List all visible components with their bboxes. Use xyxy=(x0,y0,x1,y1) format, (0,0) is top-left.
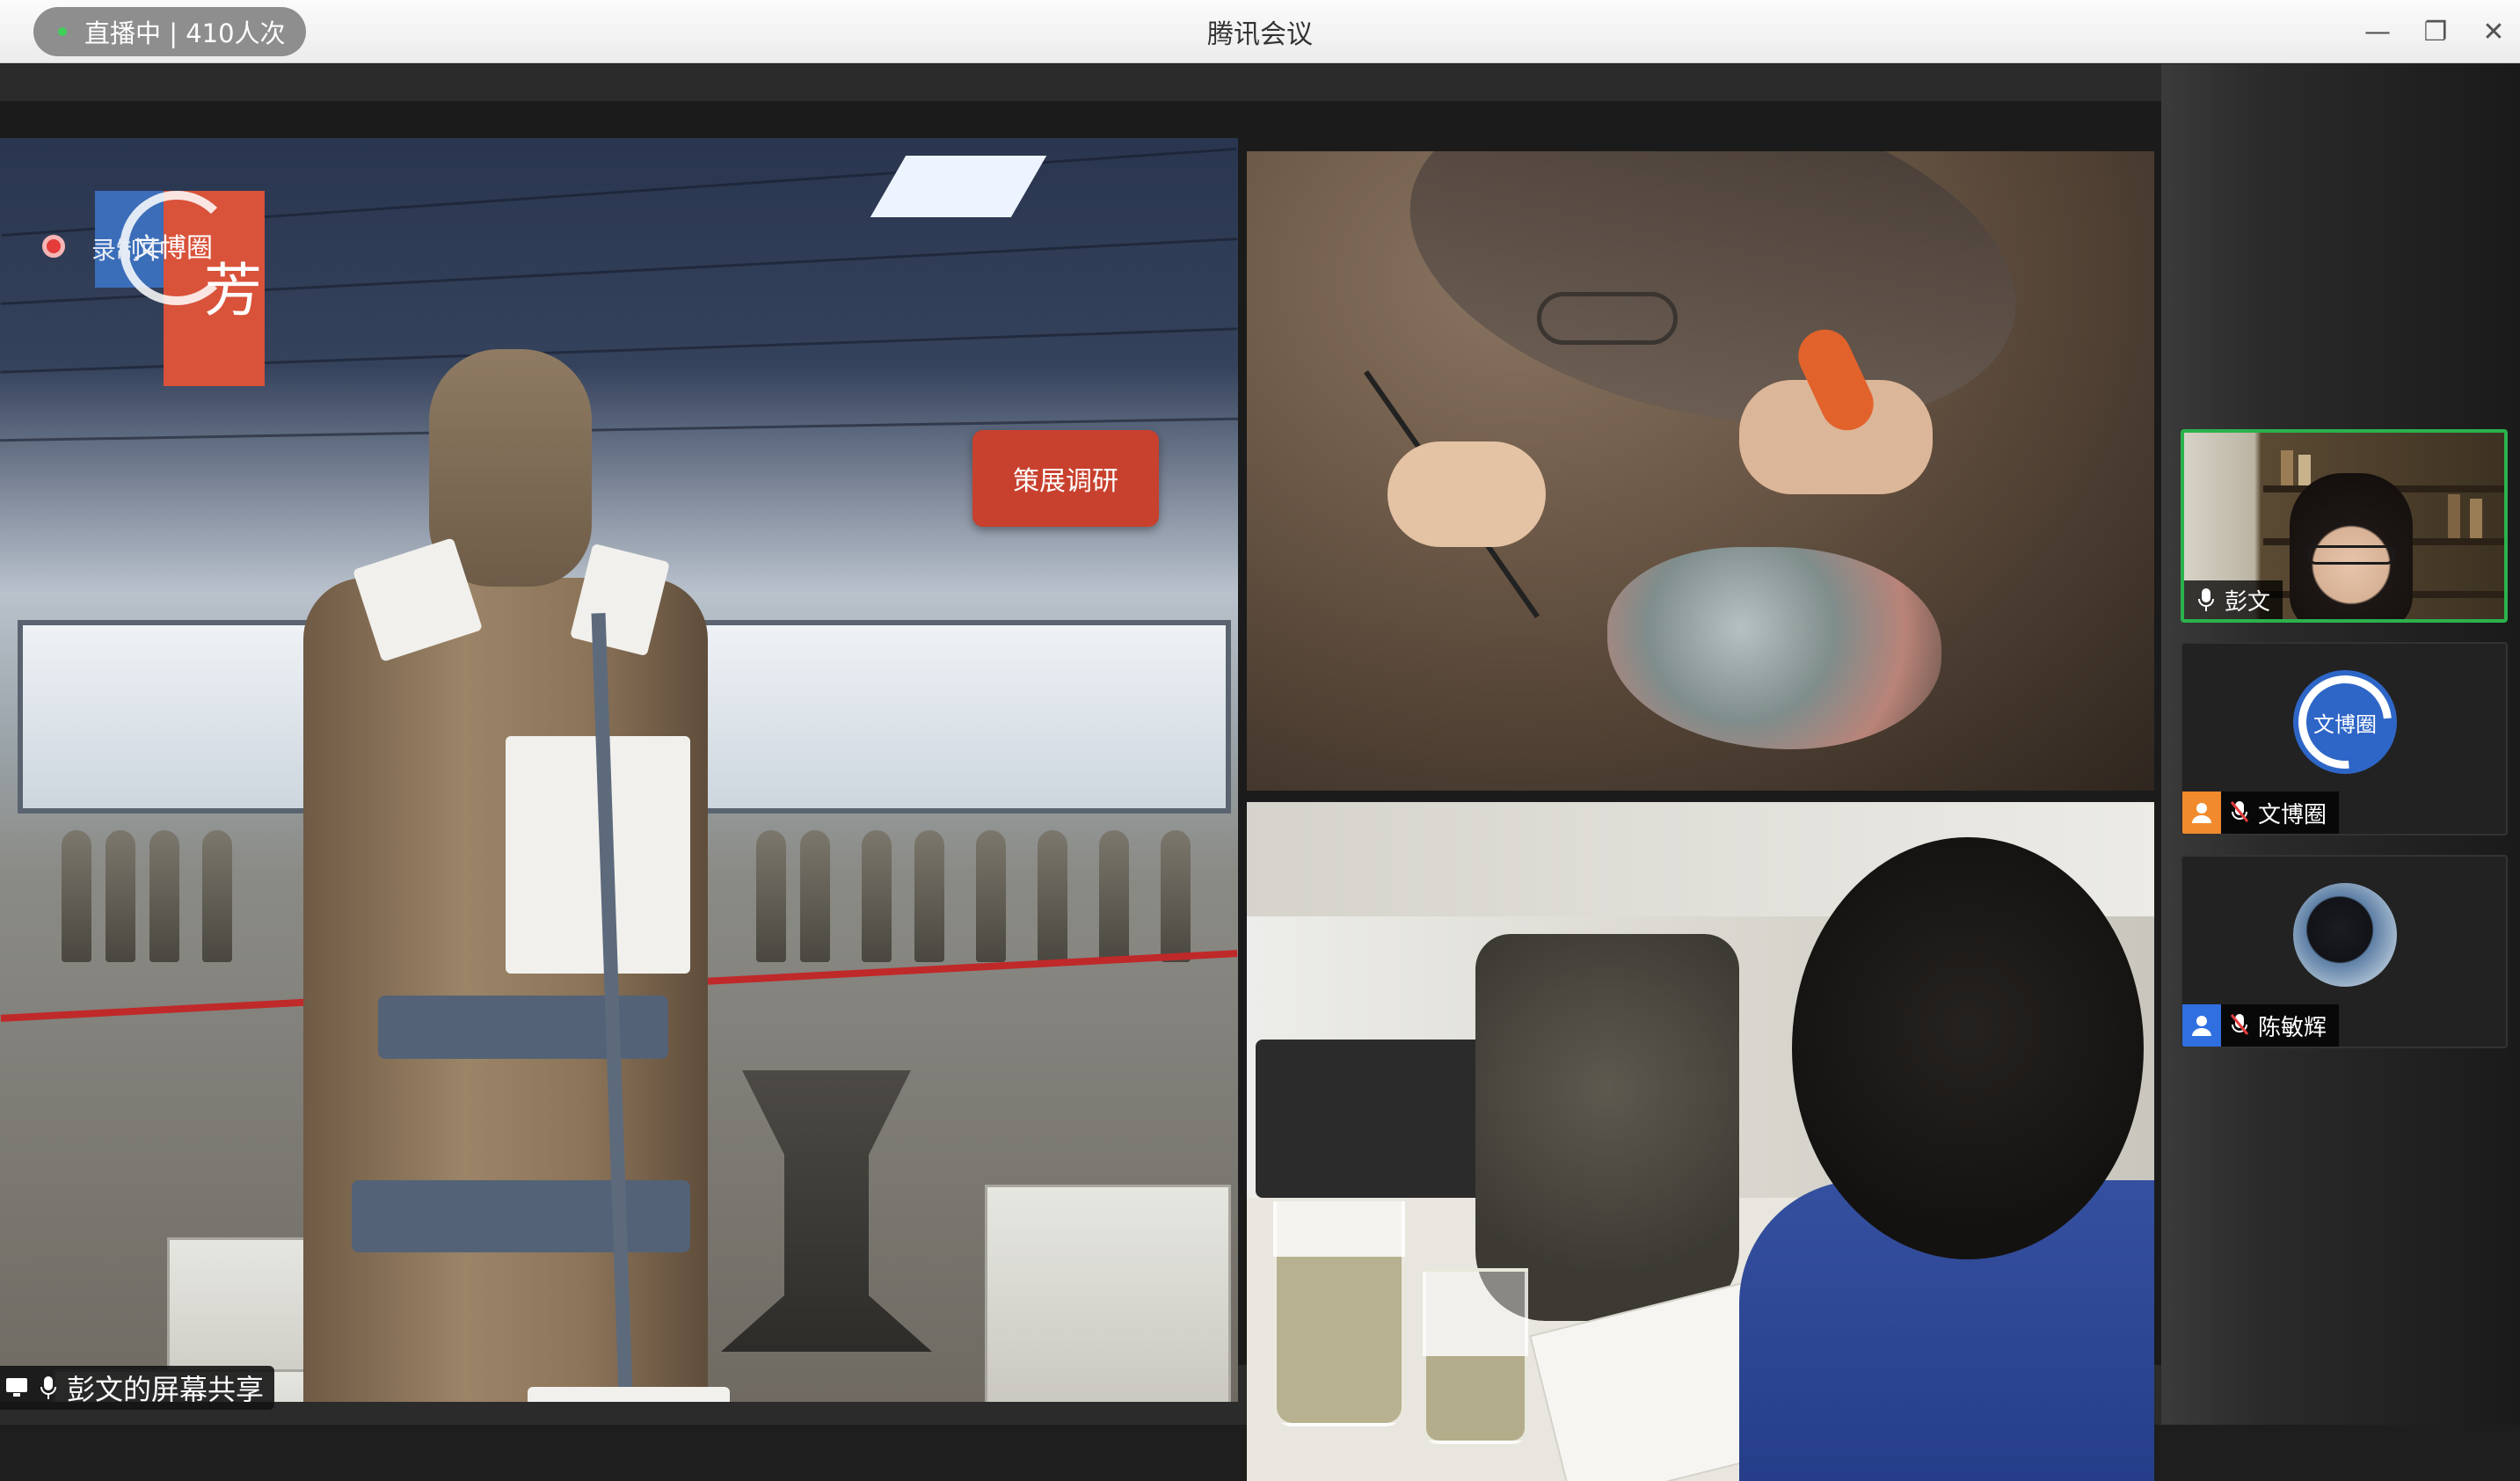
painted-artifact xyxy=(1607,547,1941,749)
hand xyxy=(1387,441,1546,547)
microphone-icon xyxy=(2193,587,2219,612)
beaker xyxy=(1423,1268,1528,1444)
close-button[interactable]: ✕ xyxy=(2471,9,2516,55)
minimize-button[interactable]: — xyxy=(2355,9,2400,55)
screen-share-icon xyxy=(4,1375,30,1401)
base-pad xyxy=(528,1387,730,1402)
participant-name: 彭文 xyxy=(2225,588,2271,616)
minimize-icon: — xyxy=(2364,16,2391,47)
hall-window xyxy=(18,620,334,813)
avatar-text: 文博圈 xyxy=(2313,711,2377,737)
window-title: 腾讯会议 xyxy=(1207,19,1313,50)
close-icon: ✕ xyxy=(2482,16,2505,47)
beaker xyxy=(1273,1198,1405,1426)
host-user-icon xyxy=(2182,792,2221,834)
warrior-row-figure xyxy=(202,830,232,962)
slide-photo-excavation xyxy=(1247,151,2154,791)
warrior-row-figure xyxy=(800,830,830,962)
recording-label: 录制中 xyxy=(91,236,166,265)
warrior-row-figure xyxy=(1038,830,1067,962)
warrior-figure-body xyxy=(303,578,708,1402)
restore-icon: ❐ xyxy=(2423,16,2448,47)
participant-avatar: 文博圈 xyxy=(2293,670,2397,774)
warrior-row-figure xyxy=(1161,830,1191,962)
title-bar: 直播中 | 410人次 腾讯会议 — ❐ ✕ xyxy=(0,0,2520,63)
warrior-row-figure xyxy=(62,830,91,962)
warrior-row-figure xyxy=(106,830,135,962)
meeting-stage: 文博圈 芳 录制中 策展调研 彭文的屏幕共享 xyxy=(0,64,2161,1481)
participant-name: 文博圈 xyxy=(2258,801,2327,828)
warrior-row-figure xyxy=(149,830,179,962)
restorer-head xyxy=(1792,837,2144,1259)
curation-research-tag: 策展调研 xyxy=(972,430,1159,527)
armor-fragment xyxy=(1475,934,1739,1321)
warrior-row-figure xyxy=(976,830,1006,962)
participant-name: 陈敏辉 xyxy=(2258,1014,2327,1041)
wenbo-logo: 文博圈 芳 xyxy=(95,191,266,386)
storage-crate xyxy=(985,1185,1231,1402)
participant-tile-chenminhui[interactable]: 陈敏辉 xyxy=(2181,855,2508,1048)
warrior-row-figure xyxy=(862,830,892,962)
microphone-muted-icon xyxy=(2226,800,2253,825)
screen-share-view[interactable]: 文博圈 芳 录制中 策展调研 xyxy=(0,101,2161,1481)
pedestal-stand xyxy=(721,1070,932,1352)
slide-photo-terracotta: 文博圈 芳 录制中 策展调研 xyxy=(0,138,1238,1402)
skylight xyxy=(870,156,1047,217)
screen-share-label: 彭文的屏幕共享 xyxy=(0,1366,275,1410)
participant-tile-wenboquan[interactable]: 文博圈 文博圈 xyxy=(2181,642,2508,835)
participant-tile-pengwen[interactable]: 彭文 xyxy=(2181,429,2508,623)
microphone-icon xyxy=(35,1375,62,1401)
hall-window xyxy=(668,620,1231,813)
participant-sidebar[interactable]: 彭文 文博圈 文博圈 陈敏辉 xyxy=(2161,64,2520,1425)
support-strap xyxy=(352,1180,690,1252)
screen-share-sharer: 彭文的屏幕共享 xyxy=(67,1373,265,1406)
archaeologist-figure xyxy=(1379,151,2047,476)
cohost-user-icon xyxy=(2182,1004,2221,1047)
warrior-row-figure xyxy=(1099,830,1129,962)
eyeglasses xyxy=(2307,545,2395,565)
microphone-muted-icon xyxy=(2226,1013,2253,1038)
support-strap xyxy=(378,996,668,1059)
logo-character: 芳 xyxy=(204,257,262,325)
participant-avatar xyxy=(2293,883,2397,987)
restore-button[interactable]: ❐ xyxy=(2413,9,2458,55)
lab-equipment xyxy=(1256,1040,1502,1198)
eyeglasses xyxy=(1537,292,1678,345)
warrior-row-figure xyxy=(914,830,944,962)
warrior-row-figure xyxy=(756,830,786,962)
recording-dot-icon xyxy=(42,235,65,258)
slide-photo-lab xyxy=(1247,802,2154,1481)
